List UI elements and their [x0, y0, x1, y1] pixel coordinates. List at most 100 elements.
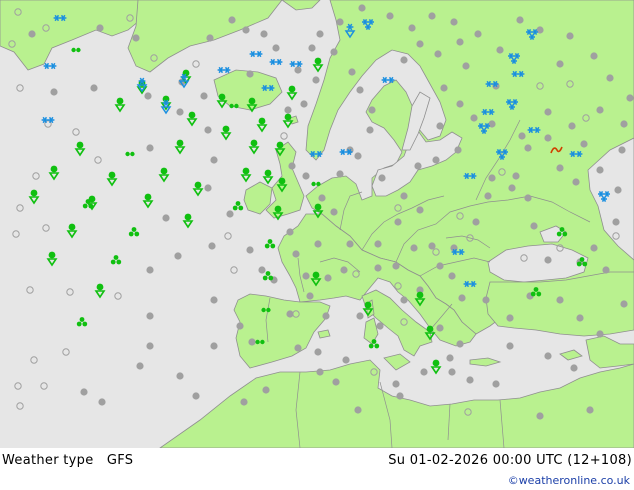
overcast-icon [436, 122, 444, 130]
overcast-icon [488, 174, 496, 182]
overcast-icon [358, 4, 366, 12]
overcast-icon [306, 292, 314, 300]
overcast-icon [354, 152, 362, 160]
overcast-icon [536, 412, 544, 420]
overcast-icon [472, 218, 480, 226]
overcast-icon [330, 208, 338, 216]
overcast-icon [200, 92, 208, 100]
overcast-icon [90, 84, 98, 92]
overcast-icon [544, 256, 552, 264]
product-name: Weather type [2, 453, 94, 468]
overcast-icon [458, 294, 466, 302]
weather-map [0, 0, 634, 448]
overcast-icon [456, 100, 464, 108]
overcast-icon [146, 266, 154, 274]
overcast-icon [136, 362, 144, 370]
overcast-icon [436, 262, 444, 270]
overcast-icon [294, 66, 302, 74]
overcast-icon [208, 242, 216, 250]
overcast-icon [302, 172, 310, 180]
overcast-icon [576, 314, 584, 322]
overcast-icon [474, 30, 482, 38]
overcast-icon [544, 134, 552, 142]
overcast-icon [416, 40, 424, 48]
overcast-icon [374, 264, 382, 272]
overcast-icon [470, 114, 478, 122]
overcast-icon [146, 312, 154, 320]
overcast-icon [176, 108, 184, 116]
overcast-icon [294, 344, 302, 352]
overcast-icon [394, 218, 402, 226]
overcast-icon [368, 106, 376, 114]
overcast-icon [354, 406, 362, 414]
overcast-icon [448, 272, 456, 280]
overcast-icon [602, 266, 610, 274]
overcast-icon [386, 12, 394, 20]
overcast-icon [456, 38, 464, 46]
overcast-icon [240, 398, 248, 406]
overcast-icon [414, 162, 422, 170]
overcast-icon [626, 94, 634, 102]
overcast-icon [228, 16, 236, 24]
overcast-icon [322, 312, 330, 320]
overcast-icon [570, 364, 578, 372]
overcast-icon [330, 48, 338, 56]
overcast-icon [366, 126, 374, 134]
overcast-icon [586, 406, 594, 414]
overcast-icon [348, 68, 356, 76]
overcast-icon [492, 380, 500, 388]
overcast-icon [568, 122, 576, 130]
overcast-icon [612, 218, 620, 226]
overcast-icon [132, 34, 140, 42]
overcast-icon [620, 300, 628, 308]
overcast-icon [210, 296, 218, 304]
overcast-icon [176, 372, 184, 380]
overcast-icon [96, 24, 104, 32]
overcast-icon [556, 164, 564, 172]
overcast-icon [226, 210, 234, 218]
overcast-icon [596, 330, 604, 338]
overcast-icon [596, 106, 604, 114]
overcast-icon [356, 86, 364, 94]
overcast-icon [356, 312, 364, 320]
turkey [485, 271, 634, 337]
overcast-icon [302, 272, 310, 280]
overcast-icon [236, 322, 244, 330]
overcast-icon [590, 52, 598, 60]
overcast-icon [428, 242, 436, 250]
overcast-icon [206, 34, 214, 42]
overcast-icon [336, 170, 344, 178]
overcast-icon [262, 386, 270, 394]
overcast-icon [28, 30, 36, 38]
credit-link[interactable]: ©weatheronline.co.uk [508, 474, 630, 487]
overcast-icon [496, 46, 504, 54]
overcast-icon [432, 156, 440, 164]
overcast-icon [286, 228, 294, 236]
overcast-icon [336, 18, 344, 26]
overcast-icon [466, 376, 474, 384]
overcast-icon [292, 250, 300, 258]
overcast-icon [436, 324, 444, 332]
overcast-icon [590, 244, 598, 252]
overcast-icon [392, 380, 400, 388]
overcast-icon [618, 146, 626, 154]
overcast-icon [192, 392, 200, 400]
overcast-icon [556, 296, 564, 304]
overcast-icon [606, 74, 614, 82]
overcast-icon [428, 12, 436, 20]
model-name: GFS [106, 453, 134, 468]
overcast-icon [378, 174, 386, 182]
overcast-icon [544, 352, 552, 360]
overcast-icon [332, 378, 340, 386]
valid-time: Su 01-02-2026 00:00 UTC (12+108) [388, 453, 632, 468]
overcast-icon [98, 398, 106, 406]
overcast-icon [448, 368, 456, 376]
overcast-icon [462, 62, 470, 70]
overcast-icon [300, 100, 308, 108]
overcast-icon [346, 240, 354, 248]
overcast-icon [246, 246, 254, 254]
overcast-icon [246, 70, 254, 78]
overcast-icon [260, 30, 268, 38]
overcast-icon [506, 342, 514, 350]
overcast-icon [416, 206, 424, 214]
